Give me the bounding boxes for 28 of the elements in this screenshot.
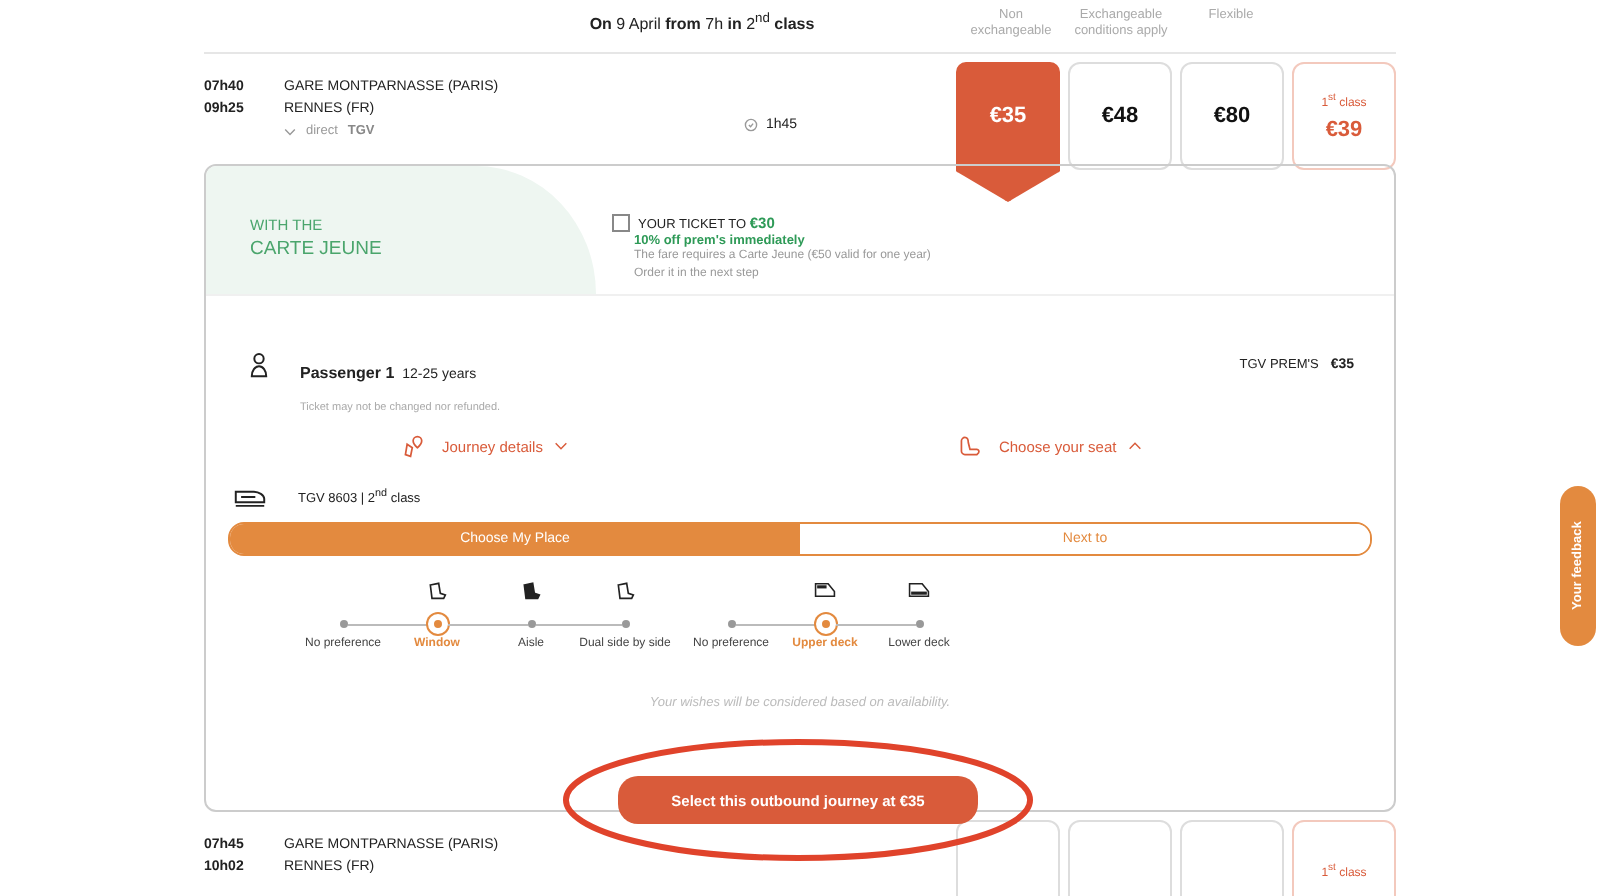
- preference-option[interactable]: [915, 620, 923, 628]
- fare-option[interactable]: [956, 820, 1060, 896]
- preference-option[interactable]: [427, 614, 447, 634]
- chevron-down-icon: [554, 442, 569, 450]
- person-icon: [250, 352, 268, 378]
- preference-option[interactable]: [339, 620, 347, 628]
- train-car-icon: [814, 580, 836, 600]
- fare-option[interactable]: €48: [1068, 62, 1172, 170]
- preference-option[interactable]: [727, 620, 735, 628]
- preference-option[interactable]: [527, 620, 535, 628]
- preference-option[interactable]: [815, 614, 835, 634]
- search-summary: On 9 April from 7h in 2$^{nd}$ class: [587, 10, 817, 34]
- seat-icon: [958, 434, 983, 458]
- seat-icon: [520, 580, 542, 600]
- clock-icon: [744, 118, 758, 132]
- chevron-down-icon[interactable]: [284, 127, 296, 135]
- seat-icon: [614, 580, 636, 600]
- chevron-up-icon: [1128, 442, 1143, 450]
- offer-checkbox[interactable]: [612, 214, 630, 232]
- fare-option[interactable]: €80: [1180, 62, 1284, 170]
- fare-option[interactable]: €35: [956, 62, 1060, 202]
- seat-icon: [426, 580, 448, 600]
- offer-title: CARTE JEUNE: [250, 238, 384, 260]
- preference-option[interactable]: [621, 620, 629, 628]
- passenger-label: Passenger 1: [300, 364, 395, 382]
- train-car-icon: [908, 580, 930, 600]
- map-pin-icon: [402, 434, 426, 458]
- train-icon: [234, 486, 266, 508]
